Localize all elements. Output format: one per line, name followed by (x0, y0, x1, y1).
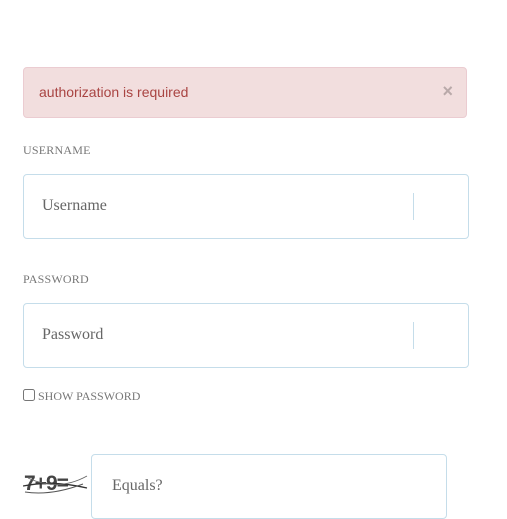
captcha-image: 7+9= (23, 472, 88, 495)
username-field-container (23, 174, 469, 239)
username-label: USERNAME (23, 143, 91, 157)
show-password-toggle[interactable]: SHOW PASSWORD (23, 386, 140, 404)
close-icon[interactable]: × (442, 82, 453, 100)
captcha-input[interactable] (112, 469, 412, 503)
input-divider (413, 322, 414, 349)
show-password-label: SHOW PASSWORD (38, 389, 141, 403)
password-field-container (23, 303, 469, 368)
input-divider (413, 193, 414, 220)
captcha-field-container (91, 454, 447, 519)
password-label: PASSWORD (23, 272, 89, 286)
show-password-checkbox[interactable] (23, 389, 35, 401)
error-alert: authorization is required × (23, 67, 467, 118)
alert-message: authorization is required (39, 84, 189, 100)
username-input[interactable] (42, 189, 402, 223)
password-input[interactable] (42, 318, 402, 352)
